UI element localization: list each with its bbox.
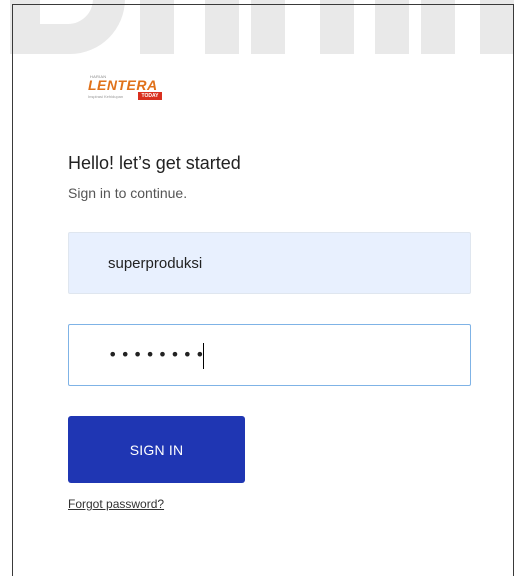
username-input[interactable] [68, 232, 471, 294]
login-page: HARIAN LENTERA Inspirasi Kehidupan TODAY… [0, 0, 516, 576]
logo-tagline: Inspirasi Kehidupan [88, 94, 124, 99]
password-mask: •••••••• [108, 345, 208, 364]
forgot-password-link[interactable]: Forgot password? [68, 497, 164, 511]
greeting-heading: Hello! let’s get started [68, 153, 241, 173]
logo-badge: TODAY [138, 92, 162, 100]
sign-in-button[interactable]: SIGN IN [68, 416, 245, 483]
signin-subtitle: Sign in to continue. [68, 185, 188, 201]
text-caret [203, 343, 204, 369]
logo-brand-text: LENTERA [88, 77, 158, 93]
password-input[interactable]: •••••••• [68, 324, 471, 386]
lentera-logo: HARIAN LENTERA Inspirasi Kehidupan TODAY [88, 74, 168, 104]
